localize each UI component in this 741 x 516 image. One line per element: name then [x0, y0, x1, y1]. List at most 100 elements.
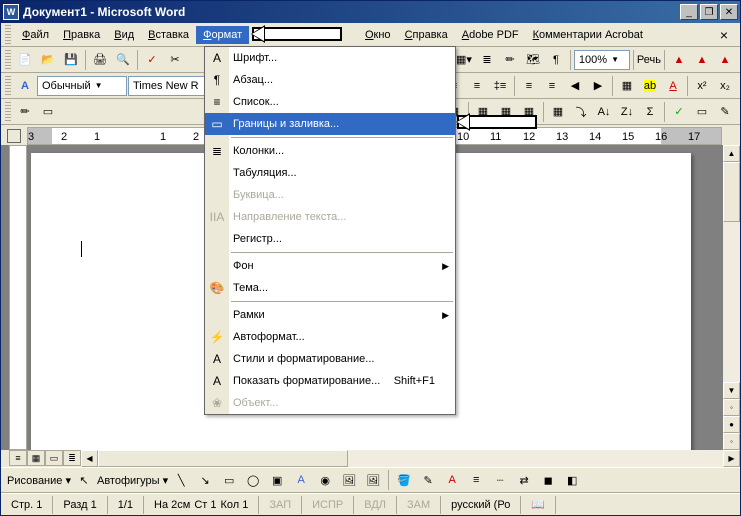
style-combo[interactable]: Обычный▼	[37, 76, 127, 96]
open-button[interactable]: 📂	[37, 49, 59, 71]
vertical-ruler[interactable]	[9, 145, 27, 450]
menu-item-показать-форматирование[interactable]: АПоказать форматирование...Shift+F1	[205, 370, 455, 392]
autosum-button[interactable]: Σ	[639, 101, 661, 123]
menu-help[interactable]: Справка	[398, 26, 455, 44]
cut-button[interactable]: ✂	[164, 49, 186, 71]
menu-acrobat-comments[interactable]: Комментарии Acrobat	[526, 26, 650, 44]
print-button[interactable]: 🖨	[89, 49, 111, 71]
menu-item-границы-и-заливка[interactable]: ▭Границы и заливка...	[205, 113, 455, 135]
preview-button[interactable]: 🔍	[112, 49, 134, 71]
menu-item-тема[interactable]: 🎨Тема...	[205, 277, 455, 299]
shadow-button[interactable]: ◼	[537, 469, 559, 491]
text-direction-button[interactable]: ⤵	[570, 101, 592, 123]
web-view-button[interactable]: ▦	[27, 450, 45, 466]
menu-item-абзац[interactable]: ¶Абзац...	[205, 69, 455, 91]
dash-style-button[interactable]: ┈	[489, 469, 511, 491]
select-objects-button[interactable]: ↖	[73, 469, 95, 491]
rectangle-button[interactable]: ▭	[218, 469, 240, 491]
line-color-button[interactable]: ✎	[417, 469, 439, 491]
numbering-button[interactable]: ≡	[518, 75, 540, 97]
print-view-button[interactable]: ▭	[45, 450, 63, 466]
close-button[interactable]: ✕	[720, 4, 738, 20]
subscript-button[interactable]: x₂	[714, 75, 736, 97]
vertical-scrollbar[interactable]: ▲ ▼ ◦ ● ◦	[723, 145, 740, 450]
menu-item-колонки[interactable]: ≣Колонки...	[205, 140, 455, 162]
scroll-thumb-h[interactable]	[98, 450, 348, 467]
draw-menu[interactable]: Рисование ▾	[7, 474, 71, 487]
paint-button[interactable]: ✓	[668, 101, 690, 123]
arrow-button[interactable]: ↘	[194, 469, 216, 491]
drawing-button[interactable]: ✏	[499, 49, 521, 71]
border-button[interactable]: ▦	[616, 75, 638, 97]
line-spacing-button[interactable]: ‡≡	[489, 75, 511, 97]
scroll-down-button[interactable]: ▼	[723, 382, 740, 399]
diagram-button[interactable]: ◉	[314, 469, 336, 491]
draw-table-button[interactable]: ✏	[14, 101, 36, 123]
bullets-button[interactable]: ≡	[541, 75, 563, 97]
adobe-pdf-button[interactable]: ▲	[668, 49, 690, 71]
autoshapes-menu[interactable]: Автофигуры ▾	[97, 474, 168, 487]
picture-button[interactable]: 🖼	[362, 469, 384, 491]
scroll-left-button[interactable]: ◀	[81, 450, 98, 467]
autoformat-table-button[interactable]: ▦	[547, 101, 569, 123]
adobe-convert-button[interactable]: ▲	[691, 49, 713, 71]
doc-close-button[interactable]: ×	[712, 27, 736, 43]
spellcheck-button[interactable]: ✓	[141, 49, 163, 71]
normal-view-button[interactable]: ≡	[9, 450, 27, 466]
maximize-button[interactable]: ❐	[700, 4, 718, 20]
browse-object-button[interactable]: ●	[723, 416, 740, 433]
show-marks-button[interactable]: ¶	[545, 49, 567, 71]
font-combo[interactable]: Times New R	[128, 76, 208, 96]
menu-window[interactable]: Окно	[358, 26, 398, 44]
new-doc-button[interactable]: 📄	[14, 49, 36, 71]
status-lang[interactable]: русский (Ро	[441, 496, 521, 514]
menu-file[interactable]: Файл	[15, 26, 56, 44]
status-rec[interactable]: ЗАП	[259, 496, 302, 514]
fill-color-button[interactable]: 🪣	[393, 469, 415, 491]
scroll-thumb[interactable]	[723, 162, 740, 222]
menu-item-стили-и-форматирование[interactable]: АСтили и форматирование...	[205, 348, 455, 370]
insert-table-button[interactable]: ▦▾	[453, 49, 475, 71]
sort-asc-button[interactable]: A↓	[593, 101, 615, 123]
menu-item-шрифт[interactable]: AШрифт...	[205, 47, 455, 69]
toolbar-grip[interactable]	[5, 102, 11, 122]
styles-button[interactable]: А	[14, 75, 36, 97]
save-button[interactable]: 💾	[60, 49, 82, 71]
menu-edit[interactable]: Правка	[56, 26, 107, 44]
status-ovr[interactable]: ЗАМ	[397, 496, 441, 514]
menu-adobe-pdf[interactable]: Adobe PDF	[455, 26, 526, 44]
zoom-combo[interactable]: 100%▼	[574, 50, 630, 70]
menu-view[interactable]: Вид	[107, 26, 141, 44]
eraser-button[interactable]: ▭	[37, 101, 59, 123]
status-trk[interactable]: ИСПР	[302, 496, 354, 514]
font-color-button-2[interactable]: A	[441, 469, 463, 491]
line-button[interactable]: ╲	[170, 469, 192, 491]
status-ext[interactable]: ВДЛ	[354, 496, 397, 514]
superscript-button[interactable]: x²	[691, 75, 713, 97]
toolbar-grip[interactable]	[5, 25, 11, 45]
scroll-right-button[interactable]: ▶	[723, 450, 740, 467]
menu-insert[interactable]: Вставка	[141, 26, 196, 44]
status-spellcheck-icon[interactable]: 📖	[521, 496, 556, 514]
increase-indent-button[interactable]: ▶	[587, 75, 609, 97]
tab-selector[interactable]	[7, 129, 21, 143]
wordart-button[interactable]: A	[290, 469, 312, 491]
toolbar-grip[interactable]	[5, 76, 11, 96]
menu-item-табуляция[interactable]: Табуляция...	[205, 162, 455, 184]
clipart-button[interactable]: 🖼	[338, 469, 360, 491]
font-color-button[interactable]: A	[662, 75, 684, 97]
highlight-button[interactable]: ab	[639, 75, 661, 97]
speech-button[interactable]: Речь	[637, 54, 661, 66]
doc-map-button[interactable]: 🗺	[522, 49, 544, 71]
textbox-button[interactable]: ▣	[266, 469, 288, 491]
menu-item-список[interactable]: ≡Список...	[205, 91, 455, 113]
toolbar-grip[interactable]	[5, 50, 11, 70]
menu-item-регистр[interactable]: Регистр...	[205, 228, 455, 250]
prev-page-button[interactable]: ◦	[723, 399, 740, 416]
line-style-button[interactable]: ≡	[465, 469, 487, 491]
adobe-mail-button[interactable]: ▲	[714, 49, 736, 71]
scroll-up-button[interactable]: ▲	[723, 145, 740, 162]
columns-button[interactable]: ≣	[476, 49, 498, 71]
next-page-button[interactable]: ◦	[723, 433, 740, 450]
rect-button[interactable]: ▭	[691, 101, 713, 123]
